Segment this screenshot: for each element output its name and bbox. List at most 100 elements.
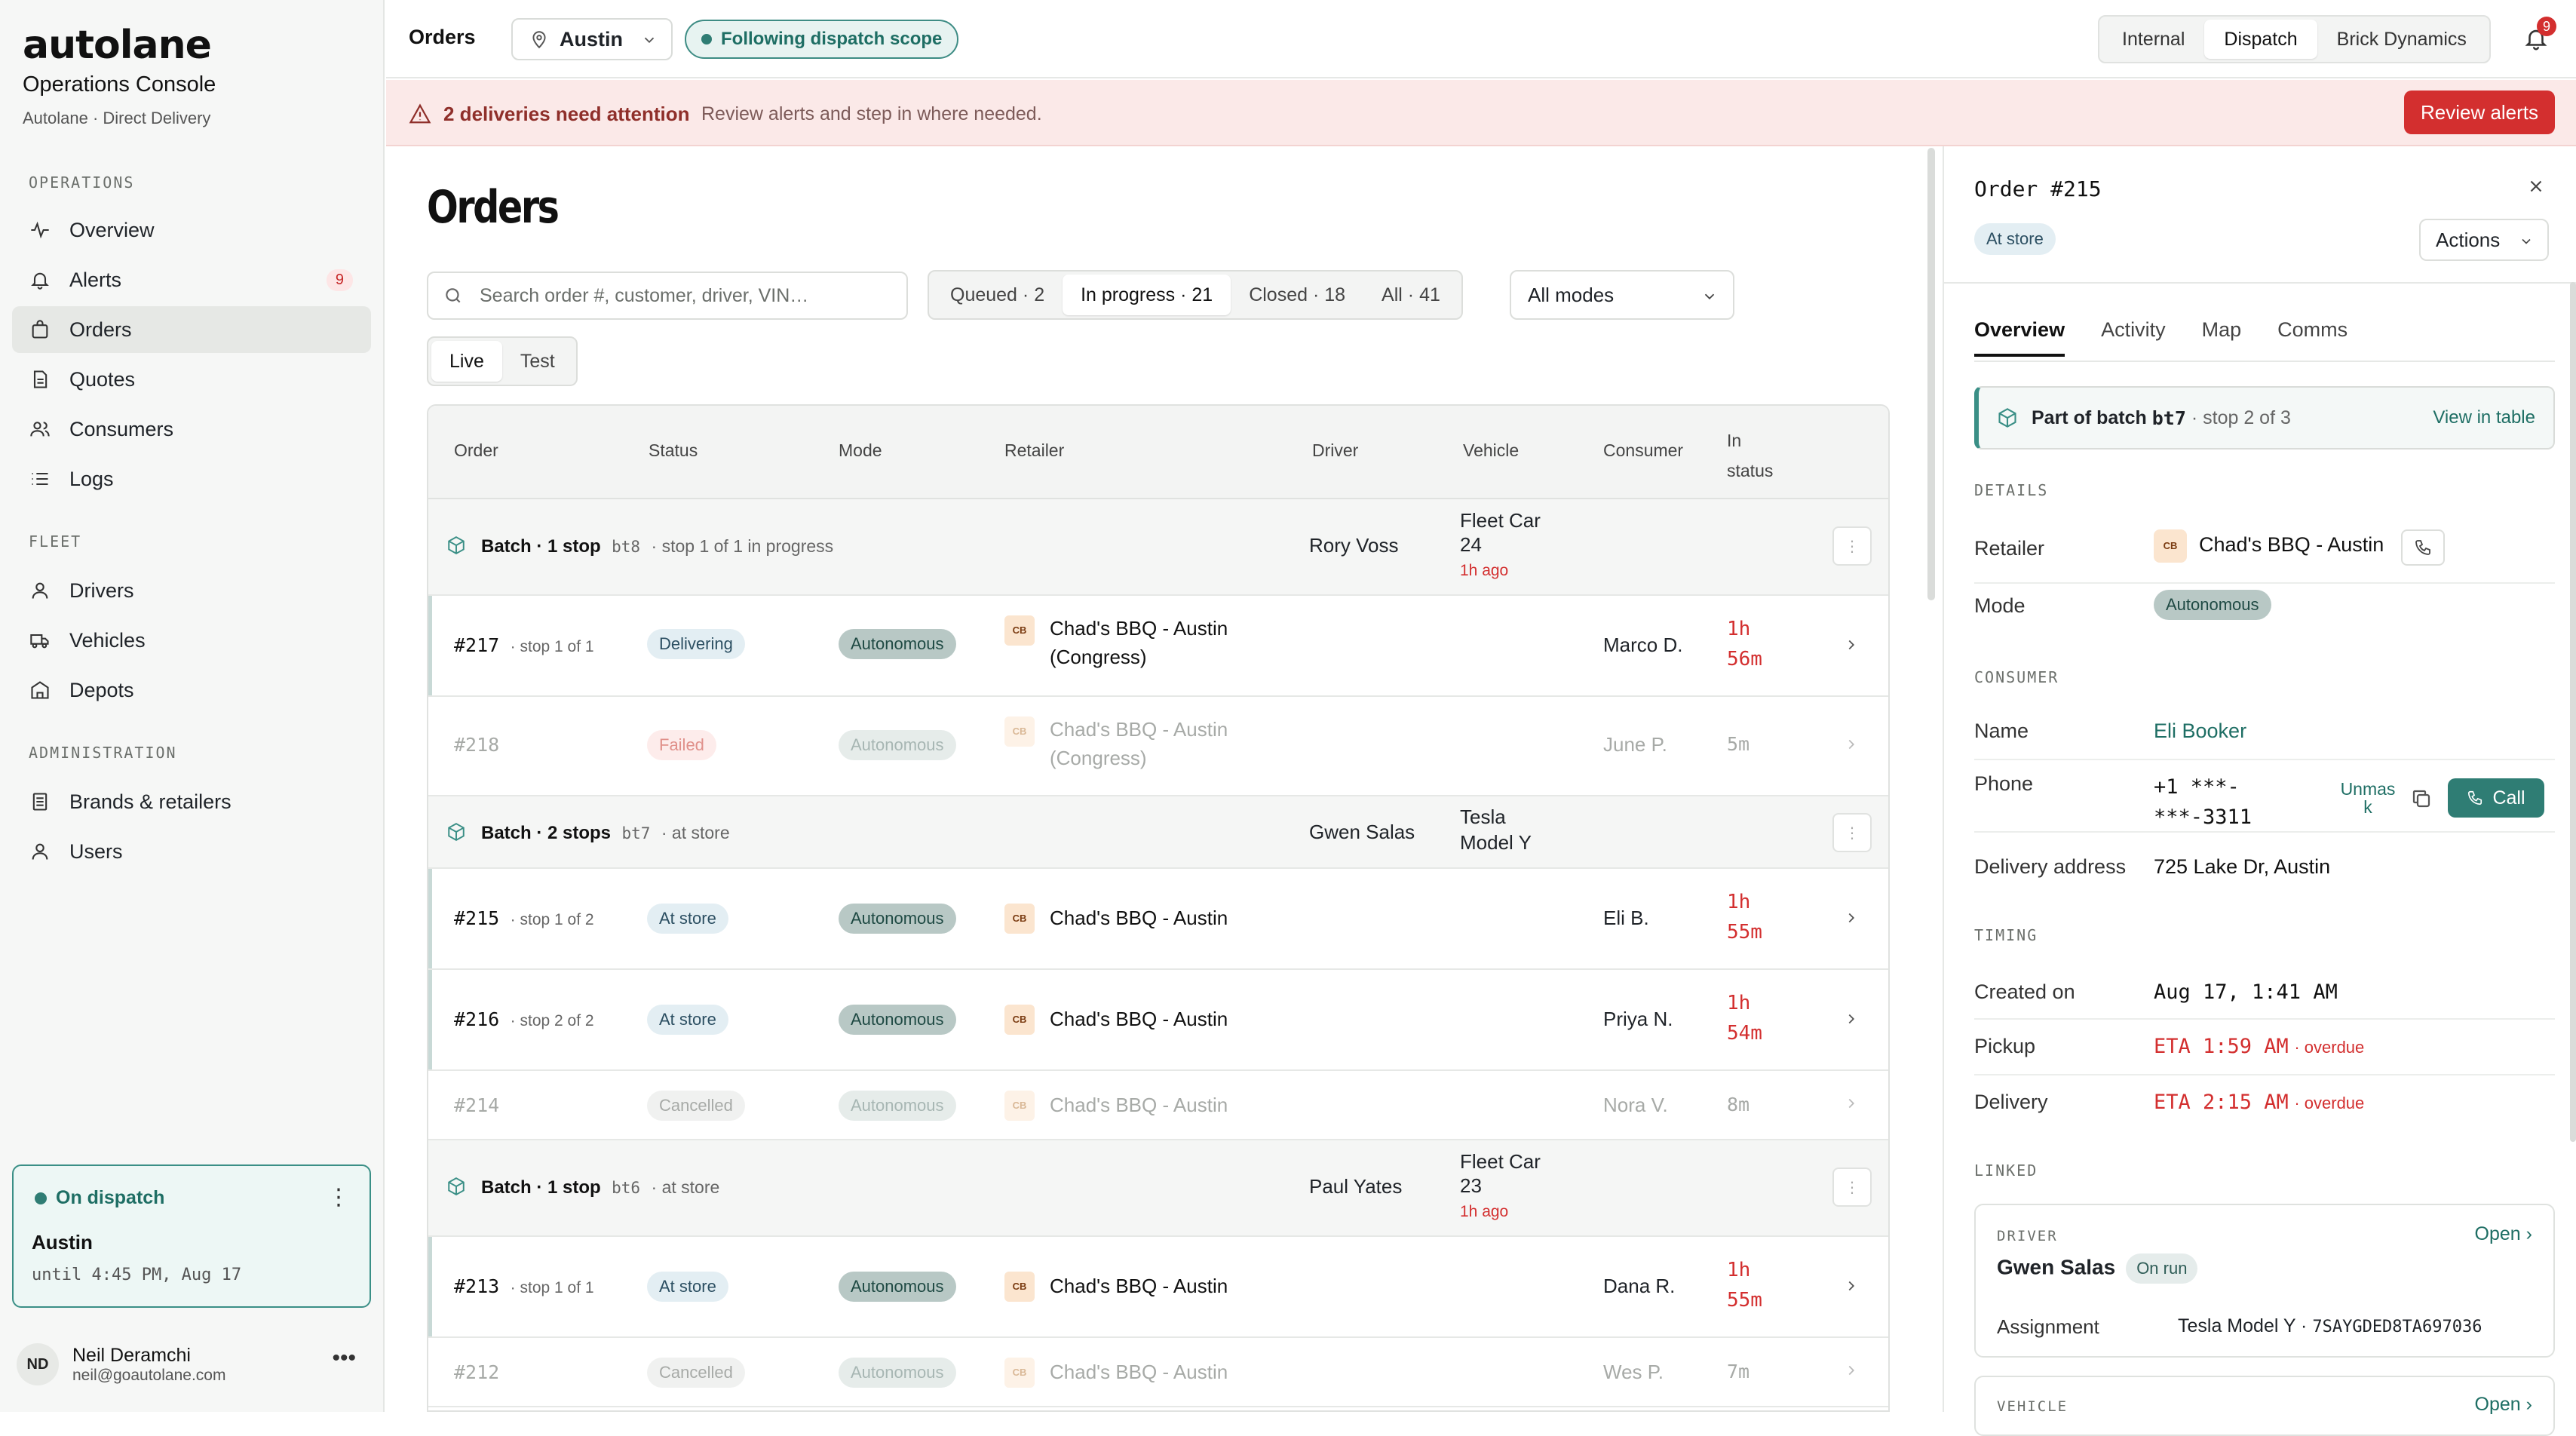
sidebar-item-depots[interactable]: Depots — [12, 667, 371, 713]
view-dispatch[interactable]: Dispatch — [2204, 20, 2317, 59]
chevron-right-icon[interactable] — [1843, 1094, 1860, 1117]
open-vehicle-link[interactable]: Open › — [2475, 1394, 2532, 1416]
consumer-name-link[interactable]: Eli Booker — [2154, 720, 2246, 743]
column-header-retailer[interactable]: Retailer — [1004, 440, 1064, 461]
brand-logo[interactable]: autolane — [23, 23, 212, 68]
column-header-driver[interactable]: Driver — [1312, 440, 1358, 461]
person-icon — [29, 579, 51, 602]
vehicle-line: Tesla — [1460, 805, 1506, 828]
retailer-name: Chad's BBQ - Austin — [1050, 1008, 1228, 1030]
retailer-cell: CB — [1004, 904, 1035, 934]
sidebar: autolane Operations Console Autolane · D… — [0, 0, 385, 1412]
filter-queued[interactable]: Queued · 2 — [932, 275, 1063, 315]
main-scrollbar[interactable] — [1927, 148, 1935, 600]
city-selector[interactable]: Austin — [511, 18, 673, 60]
chevron-right-icon[interactable] — [1843, 1009, 1860, 1033]
env-live[interactable]: Live — [431, 341, 502, 382]
sidebar-item-orders[interactable]: Orders — [12, 306, 371, 353]
column-header-in-status[interactable]: In status — [1727, 425, 1773, 486]
tab-overview[interactable]: Overview — [1974, 318, 2065, 357]
sidebar-item-overview[interactable]: Overview — [12, 207, 371, 253]
pickup-value: ETA 1:59 AM · overdue — [2154, 1035, 2364, 1058]
filter-in-progress[interactable]: In progress · 21 — [1063, 275, 1231, 315]
panel-scrollbar[interactable] — [2570, 282, 2576, 1142]
batch-code: bt6 — [612, 1179, 641, 1197]
copy-icon[interactable] — [2410, 787, 2433, 810]
sidebar-item-logs[interactable]: Logs — [12, 456, 371, 502]
sidebar-item-label: Quotes — [69, 367, 136, 391]
time-line: 1h — [1727, 1259, 1751, 1281]
column-header-vehicle[interactable]: Vehicle — [1463, 440, 1519, 461]
divider — [1974, 831, 2555, 833]
user-profile[interactable]: ND Neil Deramchi neil@goautolane.com ••• — [17, 1338, 371, 1391]
chevron-right-icon[interactable] — [1843, 1361, 1860, 1384]
view-internal[interactable]: Internal — [2102, 20, 2204, 59]
row-menu-button[interactable]: ⋮ — [1832, 813, 1872, 852]
modes-dropdown[interactable]: All modes — [1510, 270, 1734, 320]
retailer-key: Retailer — [1974, 537, 2045, 560]
chevron-right-icon[interactable] — [1843, 735, 1860, 758]
tab-map[interactable]: Map — [2202, 318, 2242, 357]
table-row[interactable]: #215 · stop 1 of 2 At store Autonomous C… — [428, 869, 1888, 970]
batch-row[interactable]: Batch · 1 stop bt8 · stop 1 of 1 in prog… — [428, 499, 1888, 596]
tab-activity[interactable]: Activity — [2101, 318, 2166, 357]
batch-box-icon — [446, 822, 466, 847]
sidebar-item-brands-retailers[interactable]: Brands & retailers — [12, 778, 371, 825]
unmask-phone-link[interactable]: Unmas k — [2329, 780, 2407, 816]
column-header-consumer[interactable]: Consumer — [1603, 440, 1683, 461]
unmask-line: k — [2363, 797, 2372, 817]
chevron-right-icon[interactable] — [1843, 635, 1860, 658]
table-row[interactable]: #212 Cancelled Autonomous CB Chad's BBQ … — [428, 1338, 1888, 1407]
column-header-status[interactable]: Status — [649, 440, 698, 461]
user-email: neil@goautolane.com — [72, 1366, 226, 1384]
retailer-cell: CB — [1004, 615, 1035, 646]
order-stop: · stop 2 of 2 — [510, 1012, 594, 1029]
table-row[interactable]: #214 Cancelled Autonomous CB Chad's BBQ … — [428, 1071, 1888, 1140]
sidebar-item-drivers[interactable]: Drivers — [12, 567, 371, 614]
chevron-right-icon[interactable] — [1843, 1276, 1860, 1299]
filter-all[interactable]: All · 41 — [1363, 275, 1458, 315]
review-alerts-button[interactable]: Review alerts — [2404, 91, 2555, 134]
actions-button[interactable]: Actions — [2419, 219, 2549, 261]
address-key: Delivery address — [1974, 855, 2127, 878]
batch-note: · at store — [661, 823, 730, 842]
sidebar-item-label: Users — [69, 839, 123, 863]
close-icon[interactable] — [2526, 176, 2546, 196]
table-row[interactable]: #213 · stop 1 of 1 At store Autonomous C… — [428, 1237, 1888, 1338]
more-vertical-icon[interactable]: ⋮ — [327, 1184, 350, 1210]
call-consumer-button[interactable]: Call — [2448, 778, 2544, 818]
dispatch-scope-toggle[interactable]: Following dispatch scope — [685, 20, 959, 59]
environment-toggle: Live Test — [427, 336, 578, 386]
sidebar-item-label: Brands & retailers — [69, 790, 232, 813]
open-driver-link[interactable]: Open › — [2475, 1223, 2532, 1245]
more-horizontal-icon[interactable]: ••• — [332, 1345, 356, 1371]
order-search[interactable] — [427, 272, 908, 320]
batch-box-icon — [446, 535, 466, 560]
tab-comms[interactable]: Comms — [2277, 318, 2348, 357]
batch-row[interactable]: Batch · 2 stops bt7 · at store Gwen Sala… — [428, 796, 1888, 869]
chevron-right-icon[interactable] — [1843, 908, 1860, 931]
batch-row[interactable]: Batch · 1 stop bt6 · at store Paul Yates… — [428, 1140, 1888, 1237]
retailer-logo: CB — [1004, 904, 1035, 934]
map-pin-icon — [532, 31, 546, 49]
filter-closed[interactable]: Closed · 18 — [1231, 275, 1363, 315]
column-header-order[interactable]: Order — [454, 440, 498, 461]
console-title: Operations Console — [23, 72, 216, 97]
view-brick-dynamics[interactable]: Brick Dynamics — [2317, 20, 2486, 59]
sidebar-item-vehicles[interactable]: Vehicles — [12, 617, 371, 664]
table-row[interactable]: #216 · stop 2 of 2 At store Autonomous C… — [428, 970, 1888, 1071]
table-row[interactable]: #217 · stop 1 of 1 Delivering Autonomous… — [428, 596, 1888, 697]
row-menu-button[interactable]: ⋮ — [1832, 526, 1872, 566]
sidebar-item-quotes[interactable]: Quotes — [12, 356, 371, 403]
env-test[interactable]: Test — [502, 341, 573, 382]
dispatch-status-card[interactable]: On dispatch ⋮ Austin until 4:45 PM, Aug … — [12, 1164, 371, 1308]
sidebar-item-alerts[interactable]: Alerts 9 — [12, 256, 371, 303]
row-menu-button[interactable]: ⋮ — [1832, 1168, 1872, 1207]
sidebar-item-consumers[interactable]: Consumers — [12, 406, 371, 453]
view-in-table-link[interactable]: View in table — [2433, 407, 2535, 428]
table-row[interactable]: #218 Failed Autonomous CB Chad's BBQ - A… — [428, 697, 1888, 796]
sidebar-item-users[interactable]: Users — [12, 828, 371, 875]
call-retailer-button[interactable] — [2401, 529, 2445, 566]
search-input[interactable] — [480, 284, 887, 307]
column-header-mode[interactable]: Mode — [839, 440, 882, 461]
